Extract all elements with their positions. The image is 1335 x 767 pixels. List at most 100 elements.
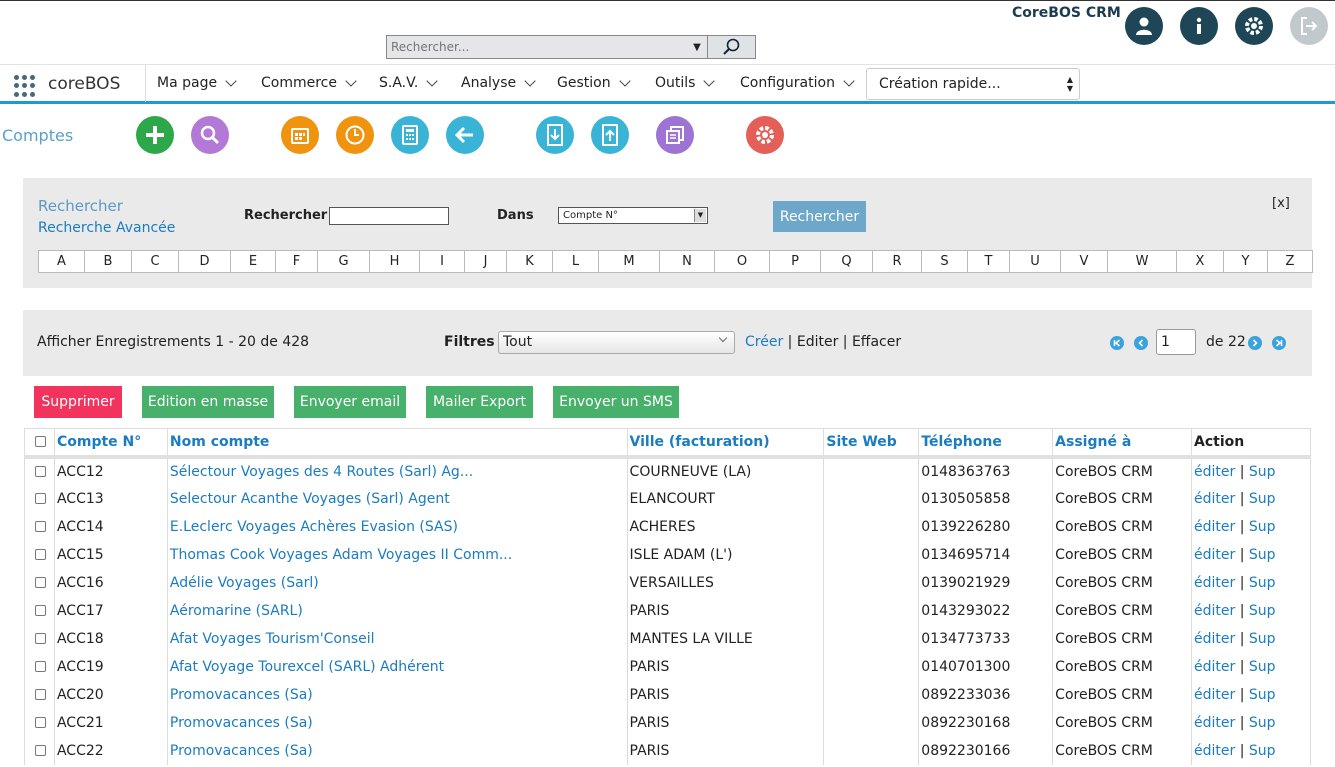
edit-link[interactable]: éditer <box>1194 715 1235 731</box>
account-name-link[interactable]: Promovacances (Sa) <box>166 708 628 737</box>
account-name-link[interactable]: Afat Voyage Tourexcel (SARL) Adhérent <box>166 652 628 681</box>
delete-link[interactable]: Sup <box>1249 687 1276 703</box>
search-field-select[interactable]: Compte N° ▼ <box>558 207 708 224</box>
column-header-website[interactable]: Site Web <box>823 428 920 459</box>
edit-link[interactable]: éditer <box>1194 631 1235 647</box>
first-page-icon[interactable] <box>1110 336 1124 350</box>
add-icon[interactable] <box>136 116 174 154</box>
row-checkbox[interactable] <box>35 605 46 616</box>
nav-item-analyse[interactable]: Analyse <box>461 74 536 91</box>
row-checkbox[interactable] <box>35 745 46 756</box>
alpha-filter-z[interactable]: Z <box>1268 251 1312 272</box>
alpha-filter-w[interactable]: W <box>1108 251 1177 272</box>
nav-item-gestion[interactable]: Gestion <box>557 74 631 91</box>
settings-icon[interactable] <box>746 116 784 154</box>
account-name-link[interactable]: Selectour Acanthe Voyages (Sarl) Agent <box>166 484 628 513</box>
alpha-filter-y[interactable]: Y <box>1224 251 1268 272</box>
send-email-button[interactable]: Envoyer email <box>294 386 406 418</box>
info-icon[interactable] <box>1180 7 1218 45</box>
edit-link[interactable]: éditer <box>1194 659 1235 675</box>
alpha-filter-m[interactable]: M <box>599 251 660 272</box>
send-sms-button[interactable]: Envoyer un SMS <box>553 386 679 418</box>
alpha-filter-v[interactable]: V <box>1061 251 1108 272</box>
advanced-search-link[interactable]: Recherche Avancée <box>38 220 175 236</box>
edit-link[interactable]: éditer <box>1194 603 1235 619</box>
delete-link[interactable]: Sup <box>1249 715 1276 731</box>
column-header-account-no[interactable]: Compte N° <box>53 428 168 459</box>
row-checkbox[interactable] <box>35 661 46 672</box>
edit-link[interactable]: éditer <box>1194 491 1235 507</box>
settings-icon[interactable] <box>1235 7 1273 45</box>
delete-link[interactable]: Sup <box>1249 743 1276 759</box>
calculator-icon[interactable] <box>391 116 429 154</box>
alpha-filter-r[interactable]: R <box>873 251 922 272</box>
close-search-button[interactable]: [x] <box>1272 196 1290 211</box>
account-name-link[interactable]: Afat Voyages Tourism'Conseil <box>166 624 628 653</box>
alpha-filter-c[interactable]: C <box>132 251 179 272</box>
row-checkbox[interactable] <box>35 549 46 560</box>
alpha-filter-n[interactable]: N <box>660 251 715 272</box>
account-name-link[interactable]: Promovacances (Sa) <box>166 680 628 709</box>
column-header-phone[interactable]: Téléphone <box>918 428 1054 459</box>
delete-link[interactable]: Sup <box>1249 491 1276 507</box>
alpha-filter-x[interactable]: X <box>1177 251 1224 272</box>
delete-link[interactable]: Sup <box>1249 631 1276 647</box>
page-number-input[interactable]: 1 <box>1156 329 1196 355</box>
delete-link[interactable]: Sup <box>1249 575 1276 591</box>
column-header-account-name[interactable]: Nom compte <box>166 428 628 459</box>
alpha-filter-a[interactable]: A <box>39 251 85 272</box>
alpha-filter-f[interactable]: F <box>276 251 318 272</box>
search-submit-button[interactable]: Rechercher <box>773 201 866 232</box>
search-dropdown-icon[interactable]: ▼ <box>687 36 707 58</box>
column-header-city[interactable]: Ville (facturation) <box>626 428 825 459</box>
alpha-filter-i[interactable]: I <box>420 251 465 272</box>
clock-icon[interactable] <box>336 116 374 154</box>
row-checkbox[interactable] <box>35 633 46 644</box>
quick-create-select[interactable]: Création rapide... ▲ ▼ <box>866 68 1080 100</box>
nav-item-ma-page[interactable]: Ma page <box>157 74 237 91</box>
alpha-filter-h[interactable]: H <box>370 251 420 272</box>
row-checkbox[interactable] <box>35 689 46 700</box>
delete-button[interactable]: Supprimer <box>34 386 122 418</box>
column-header-assigned[interactable]: Assigné à <box>1052 428 1193 459</box>
alpha-filter-l[interactable]: L <box>553 251 599 272</box>
filter-create-link[interactable]: Créer <box>745 334 783 350</box>
account-name-link[interactable]: Sélectour Voyages des 4 Routes (Sarl) Ag… <box>166 456 628 485</box>
alpha-filter-b[interactable]: B <box>85 251 132 272</box>
alpha-filter-o[interactable]: O <box>715 251 770 272</box>
nav-item-commerce[interactable]: Commerce <box>261 74 357 91</box>
account-name-link[interactable]: Adélie Voyages (Sarl) <box>166 568 628 597</box>
row-checkbox[interactable] <box>35 521 46 532</box>
last-page-icon[interactable] <box>1272 336 1286 350</box>
nav-item-outils[interactable]: Outils <box>655 74 716 91</box>
mailer-export-button[interactable]: Mailer Export <box>426 386 533 418</box>
app-launcher-icon[interactable] <box>14 75 36 97</box>
export-icon[interactable] <box>591 116 629 154</box>
nav-item-configuration[interactable]: Configuration <box>740 74 855 91</box>
edit-link[interactable]: éditer <box>1194 547 1235 563</box>
alpha-filter-q[interactable]: Q <box>821 251 873 272</box>
alpha-filter-t[interactable]: T <box>968 251 1010 272</box>
mass-edit-button[interactable]: Edition en masse <box>142 386 274 418</box>
logout-icon[interactable] <box>1290 7 1328 45</box>
row-checkbox[interactable] <box>35 466 46 477</box>
edit-link[interactable]: éditer <box>1194 687 1235 703</box>
previous-page-icon[interactable] <box>1134 336 1148 350</box>
import-icon[interactable] <box>536 116 574 154</box>
alpha-filter-p[interactable]: P <box>770 251 821 272</box>
alpha-filter-u[interactable]: U <box>1010 251 1061 272</box>
edit-link[interactable]: éditer <box>1194 743 1235 759</box>
alpha-filter-j[interactable]: J <box>465 251 507 272</box>
delete-link[interactable]: Sup <box>1249 464 1276 480</box>
back-icon[interactable] <box>446 116 484 154</box>
row-checkbox[interactable] <box>35 493 46 504</box>
filter-edit-link[interactable]: Editer <box>797 334 838 350</box>
user-icon[interactable] <box>1125 7 1163 45</box>
select-all-checkbox[interactable] <box>35 436 46 448</box>
delete-link[interactable]: Sup <box>1249 519 1276 535</box>
filter-select[interactable]: Tout <box>498 331 735 354</box>
row-checkbox[interactable] <box>35 717 46 728</box>
account-name-link[interactable]: Promovacances (Sa) <box>166 736 628 765</box>
account-name-link[interactable]: Aéromarine (SARL) <box>166 596 628 625</box>
account-name-link[interactable]: E.Leclerc Voyages Achères Evasion (SAS) <box>166 512 628 541</box>
